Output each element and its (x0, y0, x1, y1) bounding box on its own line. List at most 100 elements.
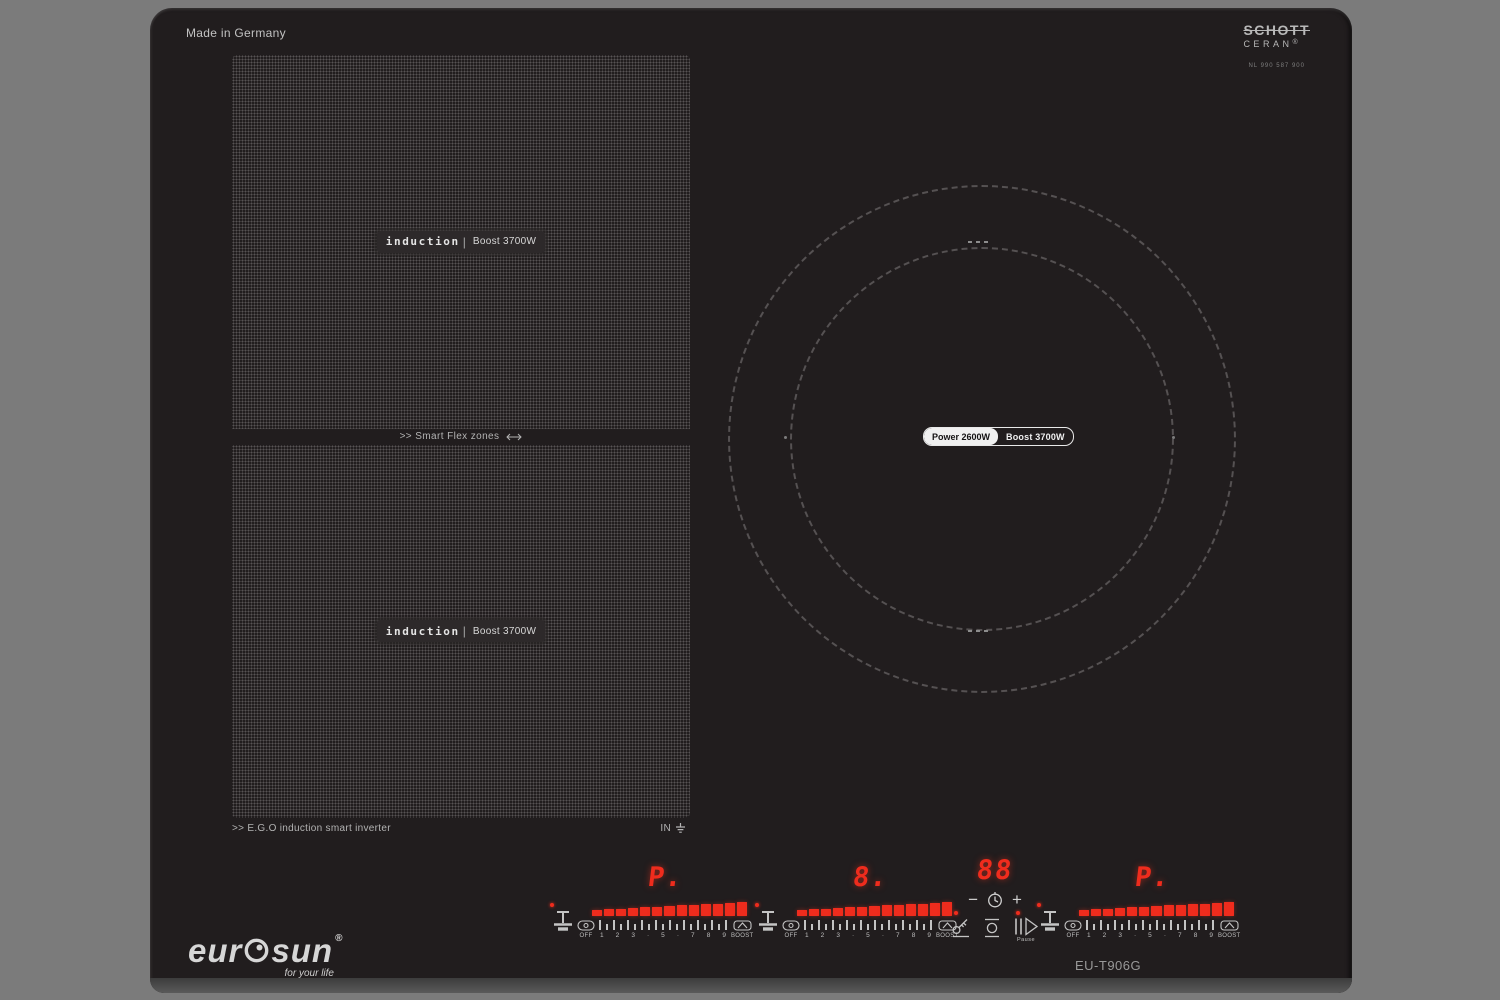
slider-number: 8 (1194, 932, 1198, 939)
tick-mark (606, 924, 608, 930)
power-bar-segment (1164, 905, 1174, 916)
induction-brand-text: induction (386, 625, 460, 638)
active-led-dot (954, 911, 958, 915)
zone-indicator (552, 908, 576, 936)
slider-number: 9 (1209, 932, 1213, 939)
slider-number: 8 (912, 932, 916, 939)
slider-number: 3 (836, 932, 840, 939)
schott-code: NL 990 587 900 (1243, 63, 1310, 69)
tick-mark (1191, 924, 1193, 930)
label-divider: | (463, 235, 466, 249)
eurosun-wordmark: eur sun ® (188, 934, 338, 967)
tick-mark (888, 920, 890, 930)
boost-key[interactable]: BOOST (1218, 920, 1241, 939)
power-level-bar[interactable] (592, 901, 747, 916)
flex-bridge-icon (506, 433, 522, 441)
power-bar-segment (930, 903, 940, 916)
power-bar-segment (1176, 905, 1186, 916)
power-bar-segment (918, 904, 928, 917)
tick-mark (725, 920, 727, 930)
slider-number: 7 (896, 932, 900, 939)
tick-mark (1149, 924, 1151, 930)
schott-text: SCHOTT (1243, 22, 1310, 38)
off-key[interactable]: OFF (1064, 920, 1082, 939)
pot-icon (1039, 908, 1061, 934)
power-bar-segment (1115, 908, 1125, 916)
off-key[interactable]: OFF (577, 920, 595, 939)
tick-mark (1205, 924, 1207, 930)
tick-mark (669, 920, 671, 930)
off-label: OFF (1067, 933, 1080, 939)
slider-number: · (1134, 932, 1136, 939)
zone-indicator (1039, 908, 1063, 936)
zone-label-top: induction | Boost 3700W (377, 231, 545, 253)
power-level-bar[interactable] (1079, 901, 1234, 916)
flex-zone-footer: >> E.G.O induction smart inverter IN (232, 823, 690, 834)
smart-flex-text: >> Smart Flex zones (400, 431, 500, 442)
timer-plus-button[interactable]: + (1012, 894, 1022, 906)
child-lock-key-icon (951, 917, 971, 939)
pause-button[interactable]: Pause (1013, 917, 1039, 943)
tick-mark (627, 920, 629, 930)
registered-mark: ® (335, 934, 343, 944)
slider-number: · (882, 932, 884, 939)
power-level-bar[interactable] (797, 901, 952, 916)
boost-key[interactable]: BOOST (731, 920, 754, 939)
power-slider: OFF 123·5·789 BOOST (782, 920, 952, 939)
power-bar-segment (664, 906, 674, 916)
boost-rating-text: Boost 3700W (473, 626, 536, 637)
power-bar-segment (894, 905, 904, 916)
power-bar-segment (882, 905, 892, 916)
tick-mark (909, 924, 911, 930)
slider-track[interactable] (803, 920, 933, 930)
round-zone-label: Power 2600W Boost 3700W (923, 427, 1074, 446)
slider-number: 7 (1178, 932, 1182, 939)
power-bar-segment (677, 905, 687, 916)
off-key-icon (782, 920, 800, 931)
tick-mark (832, 920, 834, 930)
power-bar-segment (604, 909, 614, 916)
tick-mark (683, 920, 685, 930)
made-in-germany-label: Made in Germany (186, 26, 286, 40)
off-key[interactable]: OFF (782, 920, 800, 939)
power-bar-segment (906, 904, 916, 916)
power-bar-segment (1212, 903, 1222, 916)
tick-mark (874, 920, 876, 930)
tick-mark (718, 924, 720, 930)
stop-go-button[interactable] (982, 917, 1002, 943)
tick-mark (634, 924, 636, 930)
logo-text-post: sun (271, 934, 333, 967)
timer-controls: 88 − + (950, 855, 1040, 943)
tick-mark (902, 920, 904, 930)
child-lock-button[interactable] (951, 917, 971, 943)
timer-adjust-row: − + (950, 891, 1040, 908)
timer-minus-button[interactable]: − (968, 894, 978, 906)
tick-mark (1128, 920, 1130, 930)
slider-track[interactable] (1085, 920, 1215, 930)
tick-mark (1086, 920, 1088, 930)
power-bar-segment (1188, 904, 1198, 916)
tick-mark (1156, 920, 1158, 930)
flex-zone-bottom: induction | Boost 3700W (232, 445, 690, 819)
tick-mark (1177, 924, 1179, 930)
active-led-dot (755, 903, 759, 907)
function-keys-row: Pause (950, 917, 1040, 943)
tick-mark (690, 924, 692, 930)
power-bar-segment (1127, 907, 1137, 916)
product-photo: { "header": { "made_in": "Made in German… (0, 0, 1500, 1000)
power-bar-segment (1079, 910, 1089, 916)
power-bar-segment (592, 910, 602, 916)
in-ground-mark: IN (660, 823, 686, 834)
logo-text-pre: eur (188, 934, 242, 967)
slider-number: 9 (722, 932, 726, 939)
power-bar-segment (1200, 904, 1210, 917)
power-bar-segment (725, 903, 735, 916)
slider-number: 1 (600, 932, 604, 939)
slider-number: 7 (691, 932, 695, 939)
slider-number-labels: 123·5·789 (805, 932, 931, 939)
slider-track[interactable] (598, 920, 728, 930)
power-bar-segment (1103, 909, 1113, 916)
slider-number: · (852, 932, 854, 939)
off-label: OFF (580, 933, 593, 939)
ring-mark-bottom (968, 630, 992, 632)
